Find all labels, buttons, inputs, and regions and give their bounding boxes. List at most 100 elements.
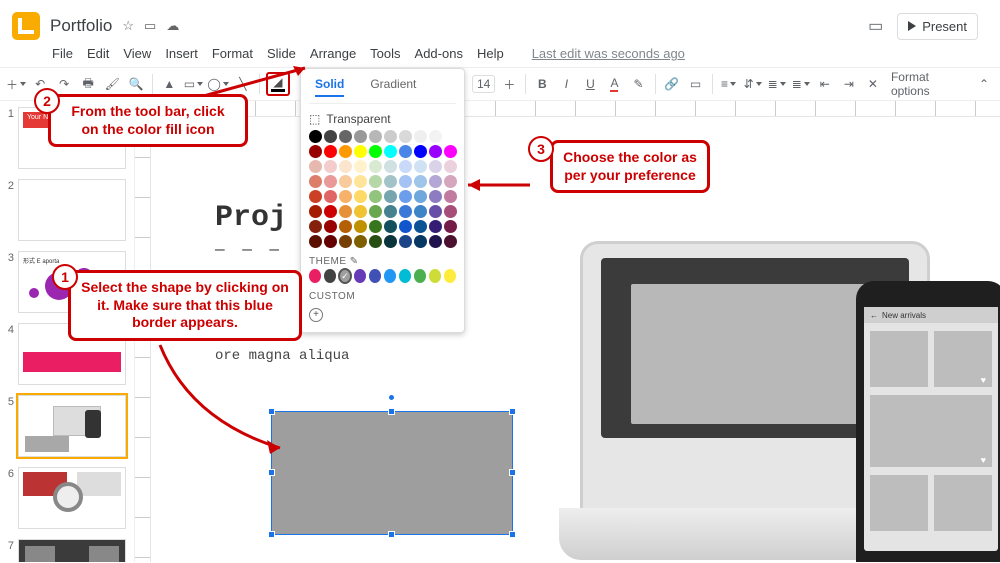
color-swatch[interactable] — [369, 160, 382, 173]
redo-button[interactable]: ↷ — [54, 73, 74, 95]
comment-button[interactable]: ▭ — [686, 73, 706, 95]
menu-arrange[interactable]: Arrange — [310, 46, 356, 61]
thumb-5[interactable] — [18, 395, 126, 457]
theme-swatch[interactable] — [414, 269, 426, 283]
color-swatch[interactable] — [444, 235, 457, 248]
color-swatch[interactable] — [399, 130, 412, 143]
color-swatch[interactable] — [399, 220, 412, 233]
color-swatch[interactable] — [369, 190, 382, 203]
color-swatch[interactable] — [339, 235, 352, 248]
star-icon[interactable]: ☆ — [122, 18, 134, 34]
color-swatch[interactable] — [354, 235, 367, 248]
color-swatch[interactable] — [339, 160, 352, 173]
tab-gradient[interactable]: Gradient — [370, 77, 416, 97]
menu-tools[interactable]: Tools — [370, 46, 400, 61]
color-swatch[interactable] — [429, 160, 442, 173]
color-swatch[interactable] — [414, 160, 427, 173]
thumb-7[interactable] — [18, 539, 126, 562]
theme-swatch[interactable] — [324, 269, 336, 283]
color-swatch[interactable] — [414, 190, 427, 203]
color-swatch[interactable] — [444, 220, 457, 233]
color-swatch[interactable] — [384, 205, 397, 218]
color-swatch[interactable] — [369, 175, 382, 188]
color-swatch[interactable] — [444, 160, 457, 173]
edit-status[interactable]: Last edit was seconds ago — [532, 46, 685, 61]
color-swatch[interactable] — [399, 175, 412, 188]
color-swatch[interactable] — [324, 130, 337, 143]
color-swatch[interactable] — [429, 205, 442, 218]
menu-addons[interactable]: Add-ons — [415, 46, 463, 61]
color-swatch[interactable] — [414, 220, 427, 233]
color-swatch[interactable] — [324, 145, 337, 158]
italic-button[interactable]: I — [556, 73, 576, 95]
selected-shape[interactable] — [271, 411, 513, 535]
thumb-6[interactable] — [18, 467, 126, 529]
color-swatch[interactable] — [354, 205, 367, 218]
paint-format-button[interactable]: 🖌 — [102, 73, 122, 95]
color-swatch[interactable] — [339, 190, 352, 203]
color-swatch[interactable] — [384, 130, 397, 143]
color-swatch[interactable] — [384, 235, 397, 248]
color-swatch[interactable] — [444, 145, 457, 158]
color-swatch[interactable] — [384, 145, 397, 158]
color-swatch[interactable] — [309, 235, 322, 248]
color-swatch[interactable] — [444, 190, 457, 203]
color-swatch[interactable] — [399, 145, 412, 158]
color-swatch[interactable] — [339, 220, 352, 233]
theme-swatch[interactable] — [429, 269, 441, 283]
numbered-list-button[interactable]: ≣ — [767, 73, 787, 95]
color-swatch[interactable] — [429, 220, 442, 233]
color-swatch[interactable] — [369, 235, 382, 248]
color-swatch[interactable] — [354, 160, 367, 173]
thumb-2[interactable] — [18, 179, 126, 241]
bulleted-list-button[interactable]: ≣ — [791, 73, 811, 95]
color-swatch[interactable] — [309, 145, 322, 158]
indent-dec-button[interactable]: ⇤ — [815, 73, 835, 95]
theme-swatch[interactable] — [444, 269, 456, 283]
zoom-button[interactable]: 🔍 — [126, 73, 146, 95]
color-swatch[interactable] — [339, 175, 352, 188]
theme-swatch[interactable] — [354, 269, 366, 283]
color-swatch[interactable] — [339, 145, 352, 158]
color-swatch[interactable] — [369, 130, 382, 143]
color-swatch[interactable] — [354, 175, 367, 188]
menu-help[interactable]: Help — [477, 46, 504, 61]
color-swatch[interactable] — [309, 220, 322, 233]
color-swatch[interactable] — [399, 235, 412, 248]
color-swatch[interactable] — [324, 175, 337, 188]
menu-format[interactable]: Format — [212, 46, 253, 61]
menu-file[interactable]: File — [52, 46, 73, 61]
color-swatch[interactable] — [339, 130, 352, 143]
transparent-option[interactable]: ⬚ Transparent — [309, 112, 456, 126]
theme-swatch[interactable] — [369, 269, 381, 283]
color-swatch[interactable] — [354, 190, 367, 203]
color-swatch[interactable] — [309, 160, 322, 173]
color-swatch[interactable] — [309, 205, 322, 218]
color-swatch[interactable] — [384, 160, 397, 173]
color-swatch[interactable] — [384, 175, 397, 188]
present-button[interactable]: Present — [897, 13, 978, 40]
bold-button[interactable]: B — [532, 73, 552, 95]
color-swatch[interactable] — [429, 130, 442, 143]
color-swatch[interactable] — [399, 190, 412, 203]
color-swatch[interactable] — [339, 205, 352, 218]
color-swatch[interactable] — [429, 190, 442, 203]
add-custom-color[interactable]: + — [309, 308, 323, 322]
highlight-button[interactable]: ✎ — [629, 73, 649, 95]
color-swatch[interactable] — [444, 130, 457, 143]
cloud-icon[interactable]: ☁ — [166, 18, 179, 34]
color-swatch[interactable] — [354, 145, 367, 158]
color-swatch[interactable] — [384, 220, 397, 233]
color-swatch[interactable] — [369, 145, 382, 158]
align-button[interactable]: ≡ — [719, 73, 739, 95]
text-color-button[interactable]: A — [604, 73, 624, 95]
color-swatch[interactable] — [399, 205, 412, 218]
theme-swatch[interactable]: ✓ — [339, 269, 351, 283]
color-swatch[interactable] — [309, 190, 322, 203]
color-swatch[interactable] — [309, 175, 322, 188]
menu-view[interactable]: View — [123, 46, 151, 61]
color-swatch[interactable] — [324, 220, 337, 233]
color-swatch[interactable] — [324, 205, 337, 218]
theme-swatch[interactable] — [309, 269, 321, 283]
menu-slide[interactable]: Slide — [267, 46, 296, 61]
